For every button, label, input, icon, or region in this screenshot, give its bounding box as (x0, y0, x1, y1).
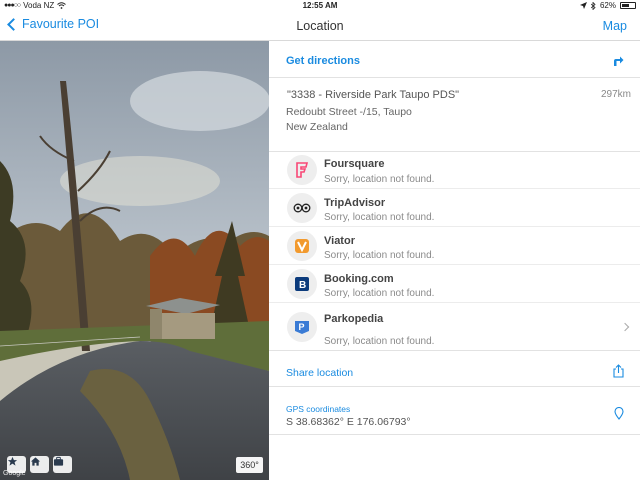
street-view-panorama[interactable]: Google 360° (0, 41, 269, 480)
view-360-button[interactable]: 360° (236, 457, 263, 473)
location-pin-icon (614, 407, 624, 420)
work-button[interactable] (53, 456, 72, 473)
provider-row-parkopedia[interactable]: P Parkopedia Sorry, location not found. (269, 303, 640, 351)
provider-status: Sorry, location not found. (324, 250, 435, 261)
provider-name: Viator (324, 235, 355, 247)
address-street: Redoubt Street -/15, Taupo (286, 106, 412, 118)
get-directions-row[interactable]: Get directions (269, 41, 640, 78)
chevron-right-icon (620, 322, 630, 332)
battery-percent: 62% (599, 1, 616, 10)
place-name: "3338 - Riverside Park Taupo PDS" (287, 89, 460, 101)
home-button[interactable] (30, 456, 49, 473)
address-block: "3338 - Riverside Park Taupo PDS" 297km … (269, 78, 640, 152)
foursquare-icon (287, 155, 317, 185)
status-time: 12:55 AM (302, 1, 338, 10)
provider-row-foursquare[interactable]: Foursquare Sorry, location not found. (269, 152, 640, 189)
gps-coordinates-row[interactable]: GPS coordinates S 38.68362° E 176.06793° (269, 387, 640, 435)
share-location-label: Share location (286, 367, 354, 379)
bluetooth-icon (590, 1, 596, 10)
gps-coordinates-label: GPS coordinates (286, 404, 351, 414)
briefcase-icon (53, 456, 64, 466)
provider-status: Sorry, location not found. (324, 336, 435, 347)
address-country: New Zealand (286, 121, 348, 133)
home-icon (30, 457, 41, 466)
viator-icon (287, 231, 317, 261)
map-button[interactable]: Map (603, 19, 627, 33)
provider-name: Foursquare (324, 158, 385, 170)
provider-status: Sorry, location not found. (324, 174, 435, 185)
directions-arrow-icon (614, 56, 624, 66)
provider-row-booking[interactable]: B Booking.com Sorry, location not found. (269, 265, 640, 303)
get-directions-label: Get directions (286, 55, 360, 67)
distance-label: 297km (600, 89, 631, 100)
svg-text:P: P (299, 322, 305, 332)
booking-icon: B (287, 269, 317, 299)
page-title: Location (296, 19, 344, 33)
battery-icon (620, 2, 636, 9)
street-view-image: Google (0, 41, 269, 480)
navigation-bar: Favourite POI Location Map (0, 12, 640, 41)
provider-status: Sorry, location not found. (324, 212, 435, 223)
share-location-row[interactable]: Share location (269, 351, 640, 387)
provider-name: TripAdvisor (324, 197, 386, 209)
provider-status: Sorry, location not found. (324, 288, 435, 299)
status-bar: ●●●○○ Voda NZ 12:55 AM 62% (0, 0, 640, 12)
provider-row-viator[interactable]: Viator Sorry, location not found. (269, 227, 640, 265)
location-arrow-icon (579, 2, 587, 9)
svg-text:B: B (299, 280, 306, 291)
location-details-panel: Get directions "3338 - Riverside Park Ta… (269, 41, 640, 480)
parkopedia-icon: P (287, 312, 317, 342)
favourite-button[interactable] (7, 456, 26, 473)
battery-fill (622, 4, 629, 7)
gps-coordinates-value: S 38.68362° E 176.06793° (286, 416, 411, 428)
provider-row-tripadvisor[interactable]: TripAdvisor Sorry, location not found. (269, 189, 640, 227)
provider-name: Parkopedia (324, 313, 384, 325)
share-icon (613, 364, 624, 378)
tripadvisor-icon (287, 193, 317, 223)
provider-name: Booking.com (324, 273, 394, 285)
star-icon (7, 456, 18, 466)
status-right: 62% (579, 1, 636, 10)
